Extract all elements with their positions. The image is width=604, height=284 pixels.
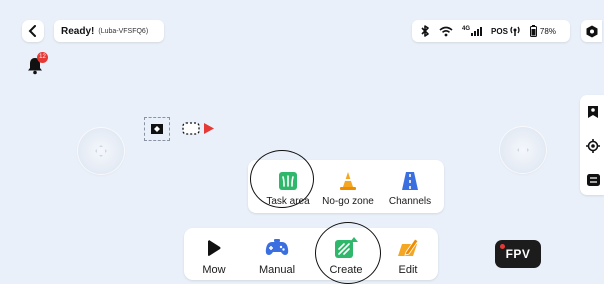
bookmark-map-icon bbox=[588, 106, 598, 118]
pos-status: POS bbox=[491, 25, 521, 37]
status-title: Ready! bbox=[61, 25, 95, 37]
pos-label: POS bbox=[491, 26, 508, 36]
charging-station-marker[interactable] bbox=[144, 117, 170, 141]
right-joystick[interactable] bbox=[500, 127, 546, 173]
connectivity-status-pill[interactable]: 4G POS 78% bbox=[412, 20, 570, 42]
highlight-circle-task-area bbox=[250, 150, 314, 208]
highlight-circle-create bbox=[315, 222, 381, 284]
notification-badge: 12 bbox=[37, 52, 48, 63]
fpv-label: FPV bbox=[505, 247, 531, 261]
bar-item-label: Manual bbox=[258, 264, 296, 276]
bluetooth-icon bbox=[421, 25, 429, 37]
chevron-left-icon bbox=[28, 25, 36, 37]
notifications-button[interactable]: 12 bbox=[24, 52, 48, 76]
menu-item-label: Channels bbox=[388, 196, 432, 207]
edit-icon bbox=[398, 238, 419, 256]
back-button[interactable] bbox=[22, 20, 44, 42]
settings-button[interactable] bbox=[581, 20, 602, 42]
bar-item-label: Mow bbox=[202, 264, 226, 276]
battery-icon bbox=[529, 25, 537, 37]
rtk-antenna-icon bbox=[510, 26, 520, 36]
mower-icon bbox=[182, 122, 214, 135]
locate-button[interactable] bbox=[582, 135, 604, 157]
cellular-signal: 4G bbox=[462, 26, 483, 36]
device-status-pill[interactable]: Ready! (Luba-VFSFQ6) bbox=[54, 20, 164, 42]
crosshair-icon bbox=[586, 139, 600, 153]
menu-item-no-go-zone[interactable]: No-go zone bbox=[318, 170, 378, 207]
manual-button[interactable]: Manual bbox=[251, 236, 303, 276]
right-side-toolbar bbox=[580, 95, 604, 195]
road-icon bbox=[402, 172, 418, 190]
hexagon-settings-icon bbox=[586, 25, 597, 37]
battery-status: 78% bbox=[529, 25, 556, 37]
sliders-icon bbox=[586, 174, 600, 186]
wifi-icon bbox=[439, 26, 453, 36]
edit-button[interactable]: Edit bbox=[386, 236, 430, 276]
mower-marker[interactable] bbox=[180, 119, 220, 139]
mow-button[interactable]: Mow bbox=[192, 236, 236, 276]
network-type-label: 4G bbox=[462, 26, 471, 32]
signal-bars-icon bbox=[471, 26, 483, 36]
gamepad-icon bbox=[265, 239, 289, 255]
fpv-button[interactable]: FPV bbox=[495, 240, 541, 268]
menu-item-channels[interactable]: Channels bbox=[380, 170, 440, 207]
menu-item-label: No-go zone bbox=[322, 196, 374, 207]
play-icon bbox=[208, 240, 221, 256]
joystick-arrows-icon bbox=[95, 145, 107, 157]
map-layers-button[interactable] bbox=[582, 101, 604, 123]
battery-percentage: 78% bbox=[539, 26, 556, 36]
map-settings-button[interactable] bbox=[582, 169, 604, 191]
traffic-cone-icon bbox=[340, 172, 356, 190]
charging-station-icon bbox=[151, 124, 163, 134]
joystick-arrows-icon bbox=[517, 148, 529, 152]
bottom-action-bar: Mow Manual Create Edit bbox=[184, 228, 438, 280]
bar-item-label: Edit bbox=[398, 264, 418, 276]
left-joystick[interactable] bbox=[78, 128, 124, 174]
device-name: (Luba-VFSFQ6) bbox=[98, 27, 149, 35]
record-dot-icon bbox=[500, 244, 505, 249]
